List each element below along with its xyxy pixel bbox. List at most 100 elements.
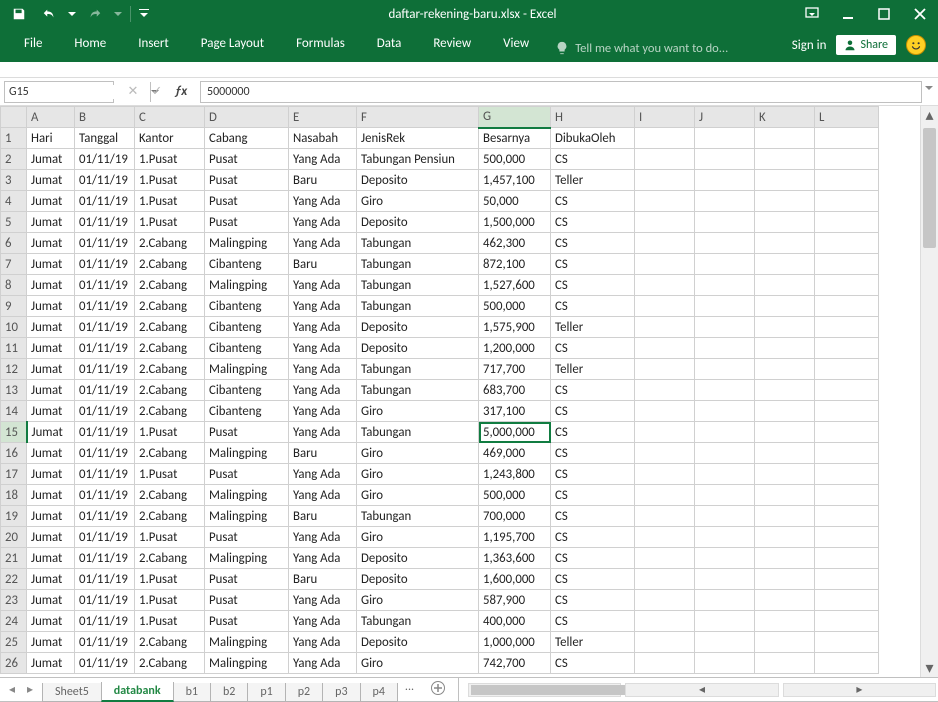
cell-A3[interactable]: Jumat — [27, 170, 75, 191]
cell-C12[interactable]: 2.Cabang — [135, 359, 205, 380]
cell-L23[interactable] — [815, 590, 879, 611]
cell-C16[interactable]: 2.Cabang — [135, 443, 205, 464]
cell-E19[interactable]: Baru — [289, 506, 357, 527]
cell-C19[interactable]: 2.Cabang — [135, 506, 205, 527]
cell-B15[interactable]: 01/11/19 — [75, 422, 135, 443]
cell-I22[interactable] — [635, 569, 695, 590]
undo-icon[interactable] — [36, 2, 62, 26]
cell-I10[interactable] — [635, 317, 695, 338]
cell-F1[interactable]: JenisRek — [357, 128, 479, 149]
cell-A20[interactable]: Jumat — [27, 527, 75, 548]
feedback-smiley-icon[interactable] — [906, 35, 926, 55]
cell-G9[interactable]: 500,000 — [479, 296, 551, 317]
cell-B20[interactable]: 01/11/19 — [75, 527, 135, 548]
cell-G5[interactable]: 1,500,000 — [479, 212, 551, 233]
cell-G1[interactable]: Besarnya — [479, 128, 551, 149]
cell-C9[interactable]: 2.Cabang — [135, 296, 205, 317]
minimize-icon[interactable] — [830, 0, 866, 28]
cell-H3[interactable]: Teller — [551, 170, 635, 191]
cell-K9[interactable] — [755, 296, 815, 317]
cell-F9[interactable]: Tabungan — [357, 296, 479, 317]
cell-L14[interactable] — [815, 401, 879, 422]
cell-L24[interactable] — [815, 611, 879, 632]
scroll-up-icon[interactable]: ▴ — [921, 106, 938, 124]
sheet-tab-p2[interactable]: p2 — [285, 683, 323, 702]
cell-K10[interactable] — [755, 317, 815, 338]
cell-C6[interactable]: 2.Cabang — [135, 233, 205, 254]
cell-L8[interactable] — [815, 275, 879, 296]
cell-L11[interactable] — [815, 338, 879, 359]
cell-B23[interactable]: 01/11/19 — [75, 590, 135, 611]
cell-B16[interactable]: 01/11/19 — [75, 443, 135, 464]
cell-F16[interactable]: Giro — [357, 443, 479, 464]
cell-D26[interactable]: Malingping — [205, 653, 289, 674]
cell-J1[interactable] — [695, 128, 755, 149]
cell-L18[interactable] — [815, 485, 879, 506]
cell-K19[interactable] — [755, 506, 815, 527]
cell-F21[interactable]: Deposito — [357, 548, 479, 569]
row-header-26[interactable]: 26 — [1, 653, 27, 674]
sheet-tab-p3[interactable]: p3 — [322, 683, 360, 702]
cell-F20[interactable]: Giro — [357, 527, 479, 548]
cell-F24[interactable]: Tabungan — [357, 611, 479, 632]
row-header-4[interactable]: 4 — [1, 191, 27, 212]
cell-E12[interactable]: Yang Ada — [289, 359, 357, 380]
cell-C3[interactable]: 1.Pusat — [135, 170, 205, 191]
cell-D15[interactable]: Pusat — [205, 422, 289, 443]
cell-G14[interactable]: 317,100 — [479, 401, 551, 422]
row-header-25[interactable]: 25 — [1, 632, 27, 653]
cell-L6[interactable] — [815, 233, 879, 254]
cell-K21[interactable] — [755, 548, 815, 569]
cell-A10[interactable]: Jumat — [27, 317, 75, 338]
cell-B21[interactable]: 01/11/19 — [75, 548, 135, 569]
cell-K13[interactable] — [755, 380, 815, 401]
cell-B3[interactable]: 01/11/19 — [75, 170, 135, 191]
cell-A4[interactable]: Jumat — [27, 191, 75, 212]
cell-F8[interactable]: Tabungan — [357, 275, 479, 296]
cell-C22[interactable]: 1.Pusat — [135, 569, 205, 590]
close-icon[interactable] — [902, 0, 938, 28]
cell-A22[interactable]: Jumat — [27, 569, 75, 590]
cell-F18[interactable]: Giro — [357, 485, 479, 506]
cell-G7[interactable]: 872,100 — [479, 254, 551, 275]
cell-H9[interactable]: CS — [551, 296, 635, 317]
cell-K20[interactable] — [755, 527, 815, 548]
cell-A13[interactable]: Jumat — [27, 380, 75, 401]
cell-E21[interactable]: Yang Ada — [289, 548, 357, 569]
cell-I11[interactable] — [635, 338, 695, 359]
sheet-tab-b2[interactable]: b2 — [210, 683, 248, 702]
row-header-7[interactable]: 7 — [1, 254, 27, 275]
cell-D21[interactable]: Malingping — [205, 548, 289, 569]
fx-icon[interactable]: ƒx — [170, 82, 192, 102]
row-header-8[interactable]: 8 — [1, 275, 27, 296]
cell-J16[interactable] — [695, 443, 755, 464]
cell-F14[interactable]: Giro — [357, 401, 479, 422]
cell-I4[interactable] — [635, 191, 695, 212]
cell-J24[interactable] — [695, 611, 755, 632]
cell-B22[interactable]: 01/11/19 — [75, 569, 135, 590]
cell-A7[interactable]: Jumat — [27, 254, 75, 275]
cell-B18[interactable]: 01/11/19 — [75, 485, 135, 506]
cell-E1[interactable]: Nasabah — [289, 128, 357, 149]
cell-J12[interactable] — [695, 359, 755, 380]
cell-A17[interactable]: Jumat — [27, 464, 75, 485]
cell-G18[interactable]: 500,000 — [479, 485, 551, 506]
row-header-14[interactable]: 14 — [1, 401, 27, 422]
cell-F10[interactable]: Deposito — [357, 317, 479, 338]
sheet-tab-p4[interactable]: p4 — [360, 683, 398, 702]
row-header-18[interactable]: 18 — [1, 485, 27, 506]
cell-B7[interactable]: 01/11/19 — [75, 254, 135, 275]
cell-L26[interactable] — [815, 653, 879, 674]
cell-K7[interactable] — [755, 254, 815, 275]
cell-K11[interactable] — [755, 338, 815, 359]
row-header-6[interactable]: 6 — [1, 233, 27, 254]
column-header-C[interactable]: C — [135, 107, 205, 128]
row-header-21[interactable]: 21 — [1, 548, 27, 569]
cell-D6[interactable]: Malingping — [205, 233, 289, 254]
tab-nav-next-icon[interactable]: ▸ — [22, 681, 38, 699]
cell-H17[interactable]: CS — [551, 464, 635, 485]
redo-icon[interactable] — [82, 2, 108, 26]
cell-C20[interactable]: 1.Pusat — [135, 527, 205, 548]
cell-K24[interactable] — [755, 611, 815, 632]
cell-H26[interactable]: CS — [551, 653, 635, 674]
